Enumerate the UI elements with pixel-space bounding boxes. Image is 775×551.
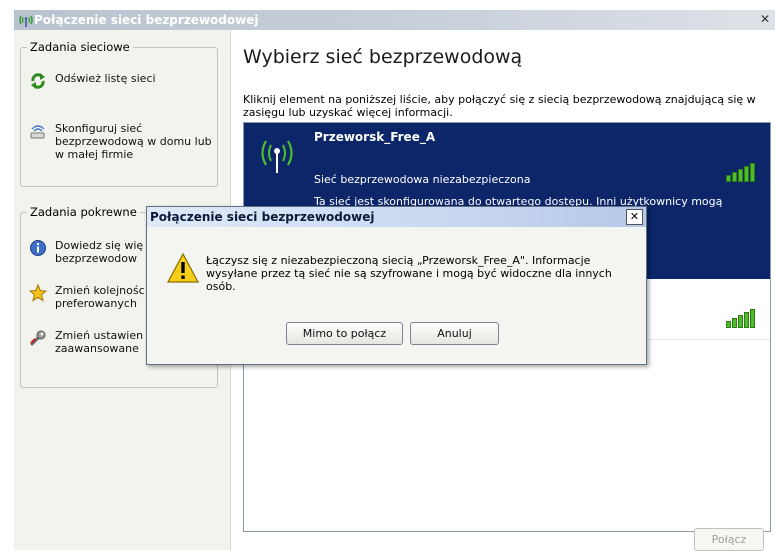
wireless-network-icon (19, 15, 33, 27)
cancel-button[interactable]: Anuluj (410, 322, 499, 345)
title-bar[interactable]: Połączenie sieci bezprzewodowej ✕ (14, 10, 775, 30)
refresh-network-list-label: Odśwież listę sieci (55, 72, 156, 85)
wireless-setup-icon (30, 125, 45, 139)
connect-button[interactable]: Połącz (694, 528, 764, 551)
wireless-antenna-icon (261, 140, 293, 173)
warning-icon (167, 253, 199, 283)
network-tasks-group: Zadania sieciowe Odśwież listę sieci Sko… (20, 40, 218, 187)
connect-anyway-button[interactable]: Mimo to połącz (286, 322, 403, 345)
setup-wireless-network-link[interactable]: Skonfiguruj sieć bezprzewodową w domu lu… (29, 122, 215, 161)
page-title: Wybierz sieć bezprzewodową (243, 46, 523, 68)
network-security-status: Sieć bezprzewodowa niezabezpieczona (314, 173, 531, 186)
insecure-network-dialog: Połączenie sieci bezprzewodowej ✕ Łączys… (146, 206, 647, 365)
window-title: Połączenie sieci bezprzewodowej (34, 13, 259, 27)
dialog-title: Połączenie sieci bezprzewodowej (150, 210, 375, 224)
star-icon (29, 284, 47, 302)
related-tasks-title: Zadania pokrewne (27, 205, 140, 219)
signal-strength-icon (726, 309, 755, 328)
dialog-message: Łączysz się z niezabezpieczoną siecią „P… (206, 254, 612, 293)
wrench-icon (30, 330, 46, 346)
signal-strength-icon (726, 163, 755, 182)
network-name: Przeworsk_Free_A (314, 130, 436, 144)
info-icon (30, 240, 46, 256)
dialog-close-button[interactable]: ✕ (626, 209, 643, 225)
instruction-text: Kliknij element na poniższej liście, aby… (243, 93, 756, 119)
window-close-button[interactable]: ✕ (757, 12, 773, 27)
refresh-network-list-link[interactable]: Odśwież listę sieci (29, 72, 215, 90)
setup-wireless-network-label: Skonfiguruj sieć bezprzewodową w domu lu… (55, 122, 212, 161)
refresh-icon (31, 73, 45, 89)
network-tasks-title: Zadania sieciowe (27, 40, 133, 54)
dialog-title-bar[interactable]: Połączenie sieci bezprzewodowej ✕ (147, 207, 646, 227)
